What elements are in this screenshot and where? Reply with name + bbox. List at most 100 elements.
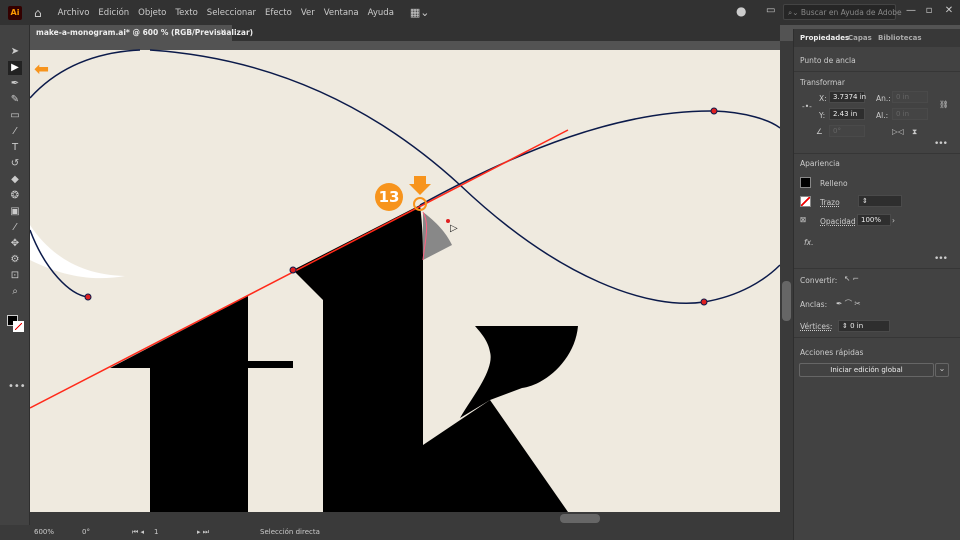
horizontal-scrollbar[interactable] — [30, 512, 780, 525]
x-field[interactable]: 3.7374 in — [829, 91, 866, 103]
status-bar: 600% 0° ⏮ ◂ 1 ▸ ⏭ Selección directa — [0, 525, 793, 540]
vertical-scrollbar[interactable] — [780, 41, 793, 525]
y-field[interactable]: 2.43 in — [829, 108, 865, 120]
anchors-label: Anclas: — [800, 300, 828, 309]
more-appearance-options-icon[interactable]: ••• — [934, 254, 948, 264]
corners-label[interactable]: Vértices: — [800, 322, 832, 331]
menu-efecto[interactable]: Efecto — [265, 8, 292, 18]
menu-ver[interactable]: Ver — [301, 8, 315, 18]
brush-tool-icon[interactable]: ⁄ — [8, 125, 22, 139]
global-edit-options-icon[interactable]: ⌄ — [935, 363, 949, 377]
stroke-weight-field[interactable]: ⇕ — [858, 195, 902, 207]
fx-button[interactable]: fx. — [804, 238, 813, 247]
direct-selection-tool-icon[interactable]: ▶ — [8, 61, 22, 75]
type-tool-icon[interactable]: T — [8, 141, 22, 155]
opacity-label[interactable]: Opacidad — [820, 217, 856, 226]
curvature-tool-icon[interactable]: ✎ — [8, 93, 22, 107]
fill-label: Relleno — [820, 179, 848, 188]
menu-archivo[interactable]: Archivo — [58, 8, 90, 18]
convert-label: Convertir: — [800, 276, 838, 285]
anchor-point[interactable] — [289, 266, 297, 274]
appearance-title: Apariencia — [800, 159, 840, 168]
tab-capas[interactable]: Capas — [848, 34, 872, 42]
pen-tool-icon[interactable]: ✒ — [8, 77, 22, 91]
menu-seleccionar[interactable]: Seleccionar — [207, 8, 256, 18]
anchor-point[interactable] — [700, 298, 708, 306]
flip-horizontal-icon[interactable]: ▷◁ — [892, 127, 904, 136]
constrain-proportions-icon[interactable]: ⛓ — [939, 100, 949, 109]
tab-propiedades[interactable]: Propiedades — [800, 34, 849, 42]
menu-ventana[interactable]: Ventana — [324, 8, 359, 18]
y-label: Y: — [819, 111, 826, 120]
flip-vertical-icon[interactable]: ⧗ — [912, 127, 917, 137]
canvas[interactable]: 13 ⬅ ▷ — [30, 41, 780, 512]
document-tab[interactable]: make-a-monogram.ai* @ 600 % (RGB/Previsu… — [30, 25, 253, 41]
user-icon[interactable]: ● — [736, 4, 746, 18]
angle-icon: ∠ — [816, 127, 823, 136]
warp-tool-icon[interactable]: ❂ — [8, 189, 22, 203]
properties-panel: Propiedades Capas Bibliotecas Punto de a… — [793, 29, 960, 540]
vertical-scroll-thumb[interactable] — [782, 281, 791, 321]
close-window-button[interactable]: ✕ — [940, 5, 958, 19]
tab-bibliotecas[interactable]: Bibliotecas — [878, 34, 922, 42]
opacity-icon: ⊠ — [800, 215, 807, 224]
step-number: 13 — [378, 188, 400, 206]
width-field[interactable]: 0 in — [892, 91, 928, 103]
stroke-swatch[interactable] — [13, 321, 24, 332]
search-icon: ⌕⌄ — [788, 8, 801, 17]
arrange-documents-icon[interactable]: ▭ — [766, 5, 775, 16]
transform-title: Transformar — [800, 78, 845, 87]
app-logo: Ai — [8, 5, 22, 20]
rectangle-tool-icon[interactable]: ▭ — [8, 109, 22, 123]
menu-texto[interactable]: Texto — [175, 8, 197, 18]
width-label: An.: — [876, 94, 891, 103]
horizontal-scroll-thumb[interactable] — [560, 514, 600, 523]
symbol-tool-icon[interactable]: ⚙ — [8, 253, 22, 267]
stroke-label[interactable]: Trazo — [820, 198, 840, 207]
help-search-input[interactable]: ⌕⌄ Buscar en Ayuda de Adobe — [783, 4, 902, 20]
current-tool-status: Selección directa — [260, 528, 320, 536]
artboard-tool-icon[interactable]: ⊡ — [8, 269, 22, 283]
opacity-expand-icon[interactable]: › — [892, 216, 895, 225]
artboard-nav-prev-icon[interactable]: ⏮ ◂ — [132, 528, 144, 537]
eraser-tool-icon[interactable]: ◆ — [8, 173, 22, 187]
zoom-tool-icon[interactable]: ⌕ — [8, 285, 22, 299]
maximize-button[interactable]: ▫ — [920, 5, 938, 19]
height-field[interactable]: 0 in — [892, 108, 928, 120]
anchor-point[interactable] — [710, 107, 718, 115]
fill-color-swatch[interactable] — [800, 177, 811, 188]
anchor-tools-icon[interactable]: ✒ ⌒ ✂ — [836, 298, 861, 309]
artboard-nav-next-icon[interactable]: ▸ ⏭ — [197, 528, 209, 537]
x-label: X: — [819, 94, 827, 103]
quick-actions-title: Acciones rápidas — [800, 348, 864, 357]
close-tab-icon[interactable]: × — [220, 27, 226, 36]
selection-tool-icon[interactable]: ➤ — [8, 45, 22, 59]
opacity-field[interactable]: 100% — [857, 214, 891, 226]
menu-ayuda[interactable]: Ayuda — [368, 8, 394, 18]
reference-point-icon[interactable]: -•- — [802, 102, 812, 111]
gradient-tool-icon[interactable]: ▣ — [8, 205, 22, 219]
rotate-tool-icon[interactable]: ↺ — [8, 157, 22, 171]
minimize-button[interactable]: — — [902, 5, 920, 19]
height-label: Al.: — [876, 111, 889, 120]
anchor-point[interactable] — [84, 293, 92, 301]
menu-edicion[interactable]: Edición — [98, 8, 129, 18]
cursor-icon: ▷ — [450, 223, 458, 234]
corners-field[interactable]: ⇕ 0 in — [838, 320, 890, 332]
convert-to-corner-icon[interactable]: ↖ ⌐ — [844, 274, 859, 283]
angle-field[interactable]: 0° — [829, 125, 865, 137]
more-transform-options-icon[interactable]: ••• — [934, 139, 948, 149]
more-tools-icon[interactable]: ••• — [8, 380, 26, 394]
eyedropper-tool-icon[interactable]: ⁄ — [8, 221, 22, 235]
zoom-level-select[interactable]: 600% — [34, 528, 54, 536]
home-icon[interactable]: ⌂ — [34, 6, 42, 20]
artboard-number-field[interactable]: 1 — [154, 528, 158, 536]
selection-type: Punto de ancla — [800, 56, 856, 65]
artwork — [30, 49, 780, 512]
workspace-switcher-icon[interactable]: ▦⌄ — [410, 6, 430, 19]
global-edit-button[interactable]: Iniciar edición global — [799, 363, 934, 377]
menu-objeto[interactable]: Objeto — [138, 8, 166, 18]
rotation-select[interactable]: 0° — [82, 528, 90, 536]
blend-tool-icon[interactable]: ✥ — [8, 237, 22, 251]
stroke-color-swatch[interactable] — [800, 196, 811, 207]
